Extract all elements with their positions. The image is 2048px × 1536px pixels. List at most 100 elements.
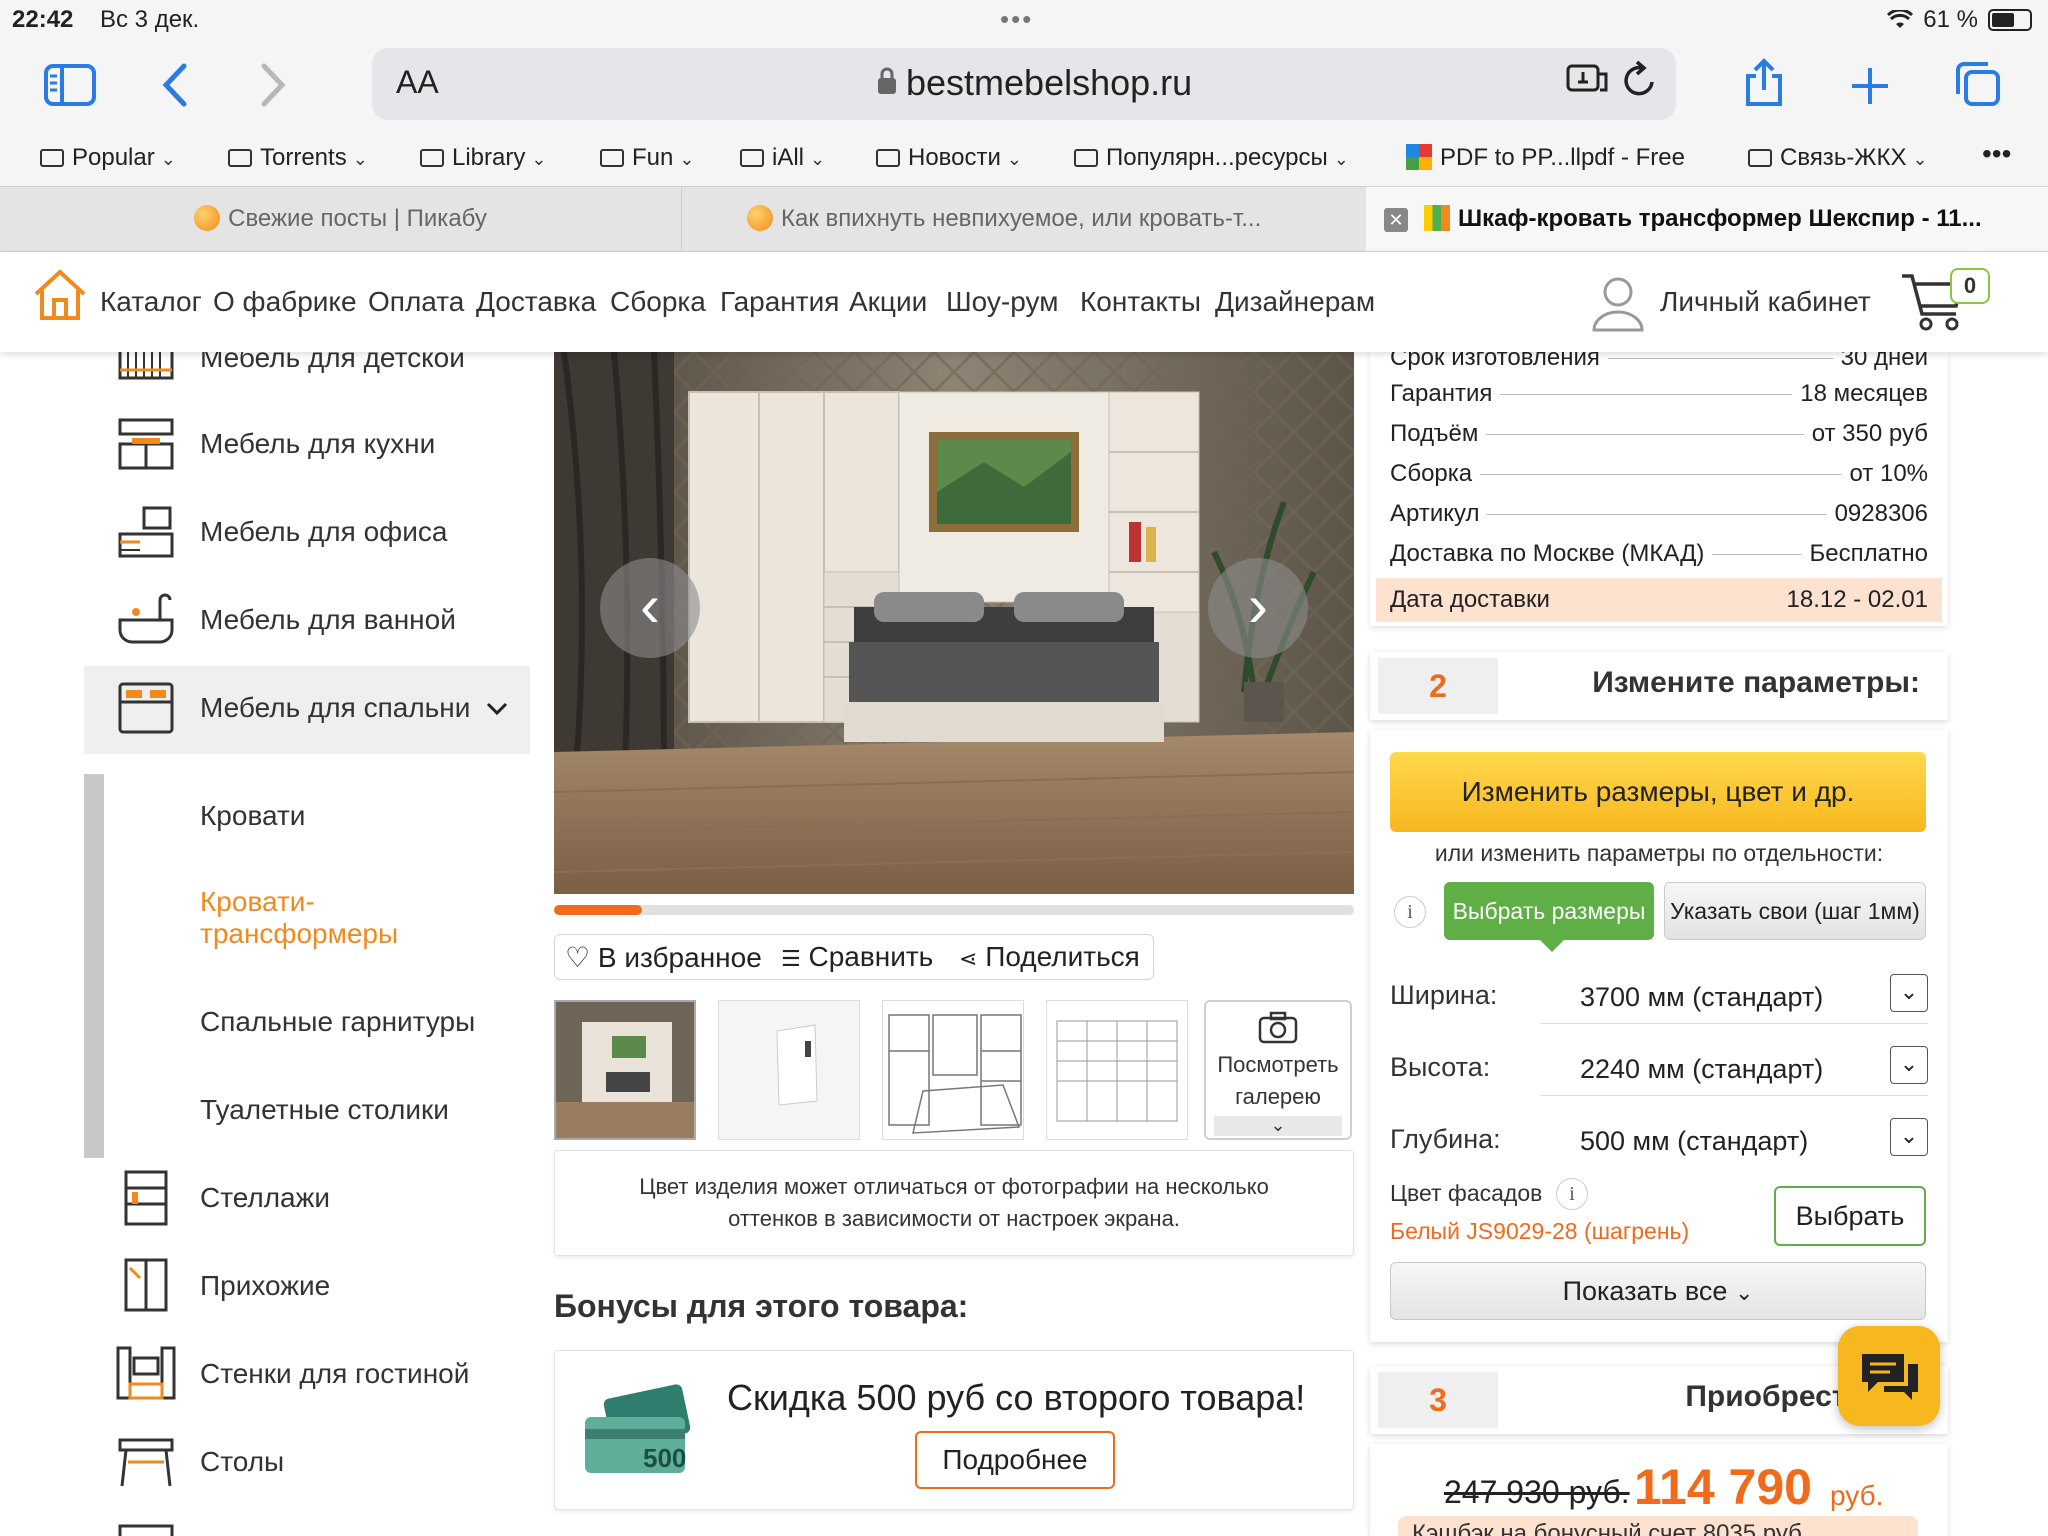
bookmark-news[interactable]: Новости ⌄ [876, 144, 1022, 172]
category-kitchen[interactable]: Мебель для кухни [84, 402, 530, 490]
thumbnail-drawing[interactable] [882, 1000, 1024, 1140]
forward-icon[interactable] [260, 62, 288, 108]
chevron-down-icon[interactable]: ⌄ [1890, 1046, 1928, 1084]
gallery-prev-button[interactable]: ‹ [600, 558, 700, 658]
choose-color-button[interactable]: Выбрать [1774, 1186, 1926, 1246]
category-bathroom[interactable]: Мебель для ванной [84, 578, 530, 666]
facade-color-value[interactable]: Белый JS9029-28 (шагрень) [1390, 1218, 1689, 1245]
nav-payment[interactable]: Оплата [368, 286, 464, 318]
account-link[interactable]: Личный кабинет [1660, 286, 1871, 318]
nav-warranty[interactable]: Гарантия [720, 286, 839, 318]
close-tab-icon[interactable]: ✕ [1384, 208, 1408, 232]
add-to-favorites-button[interactable]: ♡ В избранное [565, 941, 762, 974]
category-hallway[interactable]: Прихожие [84, 1244, 530, 1332]
subcategory-dressing-tables[interactable]: Туалетные столики [200, 1094, 449, 1126]
bookmark-pdf-to-ppt[interactable]: PDF to PP...llpdf - Free [1406, 144, 1685, 172]
folder-icon [228, 149, 252, 167]
tab-pikabu[interactable]: Свежие посты | Пикабу [0, 187, 682, 251]
subcategory-bedroom-sets[interactable]: Спальные гарнитуры [200, 1006, 475, 1038]
multitasking-dots[interactable]: ••• [1000, 4, 1033, 35]
folder-icon [1074, 149, 1098, 167]
bonus-details-button[interactable]: Подробнее [915, 1431, 1115, 1489]
category-office[interactable]: Мебель для офиса [84, 490, 530, 578]
bestmebel-favicon-icon [1424, 205, 1450, 231]
info-icon[interactable]: i [1556, 1178, 1588, 1210]
nav-contacts[interactable]: Контакты [1080, 286, 1201, 318]
wifi-icon [1887, 10, 1914, 28]
step-title: Измените параметры: [1592, 666, 1920, 699]
custom-sizes-button[interactable]: Указать свои (шаг 1мм) [1664, 882, 1926, 940]
thumbnail-room[interactable] [554, 1000, 696, 1140]
depth-select[interactable]: Глубина: 500 мм (стандарт) ⌄ [1390, 1108, 1928, 1168]
compare-button[interactable]: ☰ Сравнить [781, 941, 933, 973]
tab-article[interactable]: Как впихнуть невпихуемое, или кровать-т.… [683, 187, 1365, 251]
thumbnail-3d-closed[interactable] [718, 1000, 860, 1140]
tab-active-product[interactable]: ✕ Шкаф-кровать трансформер Шекспир - 11..… [1366, 187, 2048, 251]
nav-showroom[interactable]: Шоу-рум [946, 286, 1058, 318]
height-select[interactable]: Высота: 2240 мм (стандарт) ⌄ [1390, 1036, 1928, 1096]
nav-delivery[interactable]: Доставка [476, 286, 596, 318]
product-main-image[interactable]: ‹ › [554, 352, 1354, 894]
nav-assembly[interactable]: Сборка [610, 286, 706, 318]
chevron-down-icon[interactable]: ⌄ [1890, 1118, 1928, 1156]
nav-designers[interactable]: Дизайнерам [1215, 286, 1375, 318]
new-tab-icon[interactable] [1850, 66, 1890, 106]
reload-icon[interactable] [1620, 60, 1658, 100]
tab-overview-icon[interactable] [1954, 60, 2002, 108]
table-icon [118, 1438, 174, 1487]
bookmark-torrents[interactable]: Torrents ⌄ [228, 144, 368, 172]
category-shelving[interactable]: Стеллажи [84, 1156, 530, 1244]
battery-level [1992, 13, 2014, 27]
width-select[interactable]: Ширина: 3700 мм (стандарт) ⌄ [1390, 964, 1928, 1024]
bookmark-popular[interactable]: Popular ⌄ [40, 144, 176, 172]
sidebar-toggle-icon[interactable] [44, 64, 96, 106]
bookmark-svyaz-zhkh[interactable]: Связь-ЖКХ ⌄ [1748, 144, 1928, 172]
home-icon[interactable] [32, 266, 88, 322]
more-bookmarks-button[interactable]: ••• [1982, 138, 2011, 170]
category-bedroom[interactable]: Мебель для спальни [84, 666, 530, 754]
back-icon[interactable] [160, 62, 188, 108]
chevron-down-icon[interactable]: ⌄ [1890, 974, 1928, 1012]
bonus-offer-text: Скидка 500 руб со второго товара! [727, 1377, 1306, 1418]
lock-icon [878, 67, 896, 94]
show-all-button[interactable]: Показать все ⌄ [1390, 1262, 1926, 1320]
category-kids[interactable]: Мебель для детской [84, 352, 530, 404]
spec-row: Срок изготовления 30 дней [1390, 352, 1928, 371]
share-icon[interactable] [1744, 58, 1784, 108]
subcategory-transformer-beds[interactable]: Кровати-трансформеры [200, 886, 420, 950]
info-icon[interactable]: i [1394, 896, 1426, 928]
nav-catalog[interactable]: Каталог [100, 286, 202, 318]
chevron-down-icon: ⌄ [1912, 149, 1928, 169]
url-text[interactable]: bestmebelshop.ru [906, 62, 1192, 104]
bonuses-title: Бонусы для этого товара: [554, 1288, 969, 1324]
change-params-button[interactable]: Изменить размеры, цвет и др. [1390, 752, 1926, 832]
chevron-down-icon: ⌄ [679, 149, 695, 169]
category-living-room[interactable]: Стенки для гостиной [84, 1332, 530, 1420]
user-icon[interactable] [1590, 274, 1646, 334]
gallery-next-button[interactable]: › [1208, 558, 1308, 658]
share-product-button[interactable]: ⋖ Поделиться [959, 941, 1140, 973]
category-more[interactable] [84, 1508, 530, 1536]
bookmark-iall[interactable]: iAll ⌄ [740, 144, 825, 172]
category-tables[interactable]: Столы [84, 1420, 530, 1508]
folder-icon [1748, 149, 1772, 167]
chevron-down-icon: ⌄ [352, 149, 368, 169]
translate-icon[interactable] [1566, 62, 1610, 98]
chat-button[interactable] [1838, 1326, 1940, 1426]
bookmark-fun[interactable]: Fun ⌄ [600, 144, 694, 172]
address-bar[interactable]: AA bestmebelshop.ru [372, 48, 1676, 120]
nav-promotions[interactable]: Акции [849, 286, 927, 318]
nav-about[interactable]: О фабрике [213, 286, 357, 318]
thumbnail-sketch[interactable] [1046, 1000, 1188, 1140]
choose-sizes-button[interactable]: Выбрать размеры [1444, 882, 1654, 940]
spec-row: Артикул 0928306 [1390, 500, 1928, 527]
price-block: 247 930 руб. 114 790 руб. Кэшбэк на бону… [1370, 1444, 1948, 1536]
view-gallery-button[interactable]: Посмотреть галерею ⌄ [1204, 1000, 1352, 1140]
pikabu-favicon-icon [747, 205, 773, 231]
bookmark-library[interactable]: Library ⌄ [420, 144, 546, 172]
heart-icon: ♡ [565, 942, 591, 973]
text-size-button[interactable]: AA [396, 64, 439, 101]
bookmark-popular-resources[interactable]: Популярн...ресурсы ⌄ [1074, 144, 1349, 172]
subcategory-beds[interactable]: Кровати [200, 800, 305, 832]
furniture-icon [118, 1524, 174, 1536]
